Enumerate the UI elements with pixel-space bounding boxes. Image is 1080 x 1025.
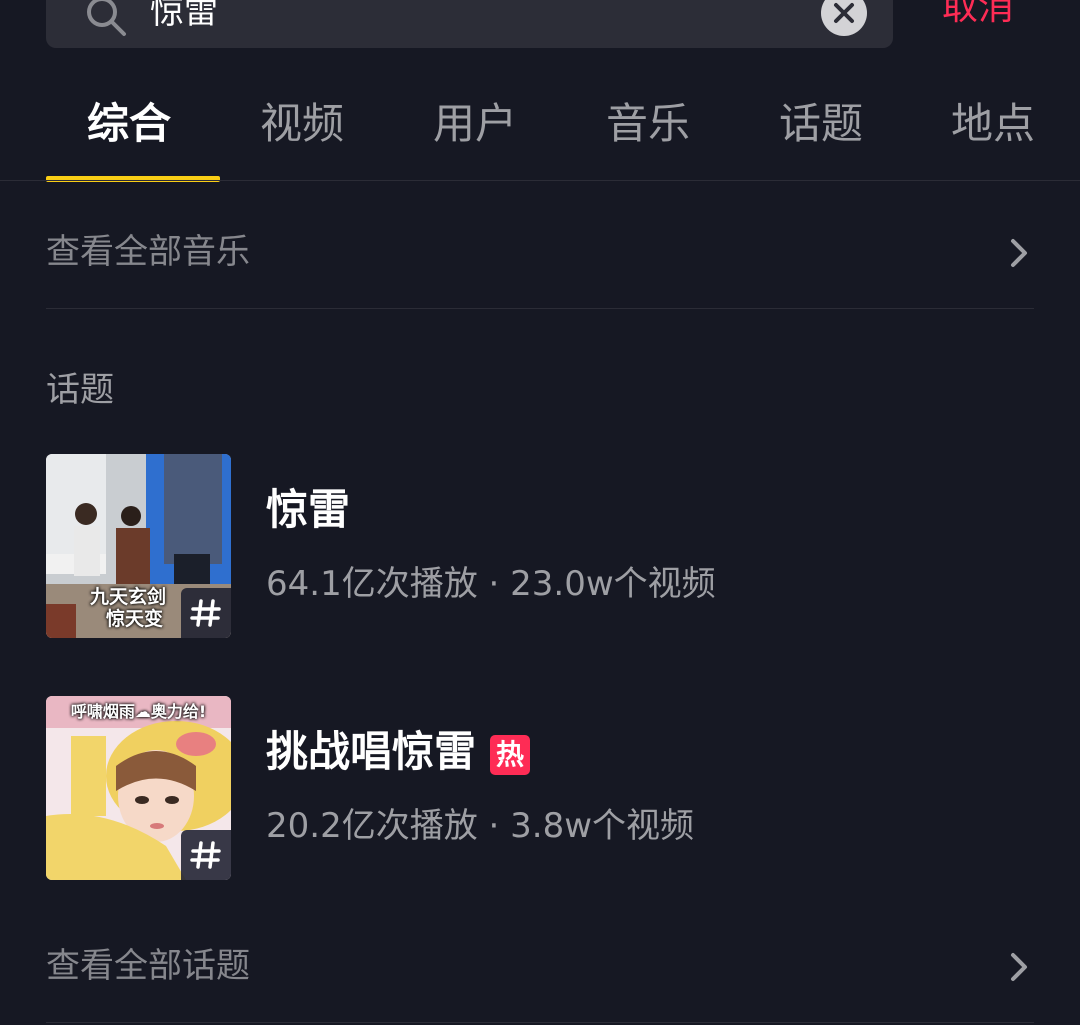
topic-thumbnail: 呼啸烟雨☁奥力给!	[46, 696, 231, 880]
hashtag-icon	[181, 588, 231, 638]
chevron-right-icon	[1011, 239, 1027, 267]
result-tabs: 综合 视频 用户 音乐 话题 地点	[0, 82, 1080, 182]
thumb-caption: 九天玄剑	[90, 586, 167, 608]
divider	[46, 1022, 1034, 1023]
tab-comprehensive[interactable]: 综合	[87, 98, 171, 150]
topic-stats: 64.1亿次播放 · 23.0w个视频	[266, 564, 716, 604]
topic-stats: 20.2亿次播放 · 3.8w个视频	[266, 806, 695, 846]
hot-badge: 热	[490, 735, 531, 775]
see-all-music-label: 查看全部音乐	[46, 232, 250, 272]
hashtag-icon	[181, 830, 231, 880]
see-all-topics-label: 查看全部话题	[46, 946, 250, 986]
tab-users[interactable]: 用户	[433, 98, 517, 150]
topic-title: 挑战唱惊雷热	[266, 726, 531, 778]
search-input[interactable]: 惊雷	[150, 0, 218, 36]
search-bar[interactable]: 惊雷	[46, 0, 893, 48]
section-title-topics: 话题	[46, 370, 114, 410]
topic-item[interactable]: 呼啸烟雨☁奥力给! 挑战唱惊雷热 20.2亿次播放 · 3.8w个视频	[46, 696, 1036, 882]
topic-title-text: 挑战唱惊雷	[266, 727, 477, 776]
search-icon	[87, 0, 126, 36]
topic-thumbnail: 九天玄剑 惊天变	[46, 454, 231, 638]
thumb-caption: 惊天变	[106, 608, 164, 630]
see-all-topics-row[interactable]: 查看全部话题	[46, 922, 1036, 1012]
tab-topics[interactable]: 话题	[779, 98, 863, 150]
tab-music[interactable]: 音乐	[606, 98, 690, 150]
tabs-divider	[0, 180, 1080, 181]
cancel-button[interactable]: 取消	[942, 0, 1014, 28]
divider	[46, 308, 1034, 309]
thumb-banner: 呼啸烟雨☁奥力给!	[70, 702, 207, 721]
active-tab-indicator	[46, 176, 220, 182]
see-all-music-row[interactable]: 查看全部音乐	[46, 208, 1036, 298]
tab-videos[interactable]: 视频	[260, 98, 344, 150]
topic-item[interactable]: 九天玄剑 惊天变 惊雷 64.1亿次播放 · 23.0w个视频	[46, 454, 1036, 640]
search-results-page: 惊雷 取消 综合 视频 用户 音乐 话题 地点 查看全部音乐 话题 九天玄剑 惊…	[0, 0, 1080, 1025]
chevron-right-icon	[1011, 953, 1027, 981]
clear-search-icon[interactable]	[821, 0, 867, 36]
topic-title: 惊雷	[266, 485, 351, 534]
tab-places[interactable]: 地点	[951, 98, 1035, 150]
